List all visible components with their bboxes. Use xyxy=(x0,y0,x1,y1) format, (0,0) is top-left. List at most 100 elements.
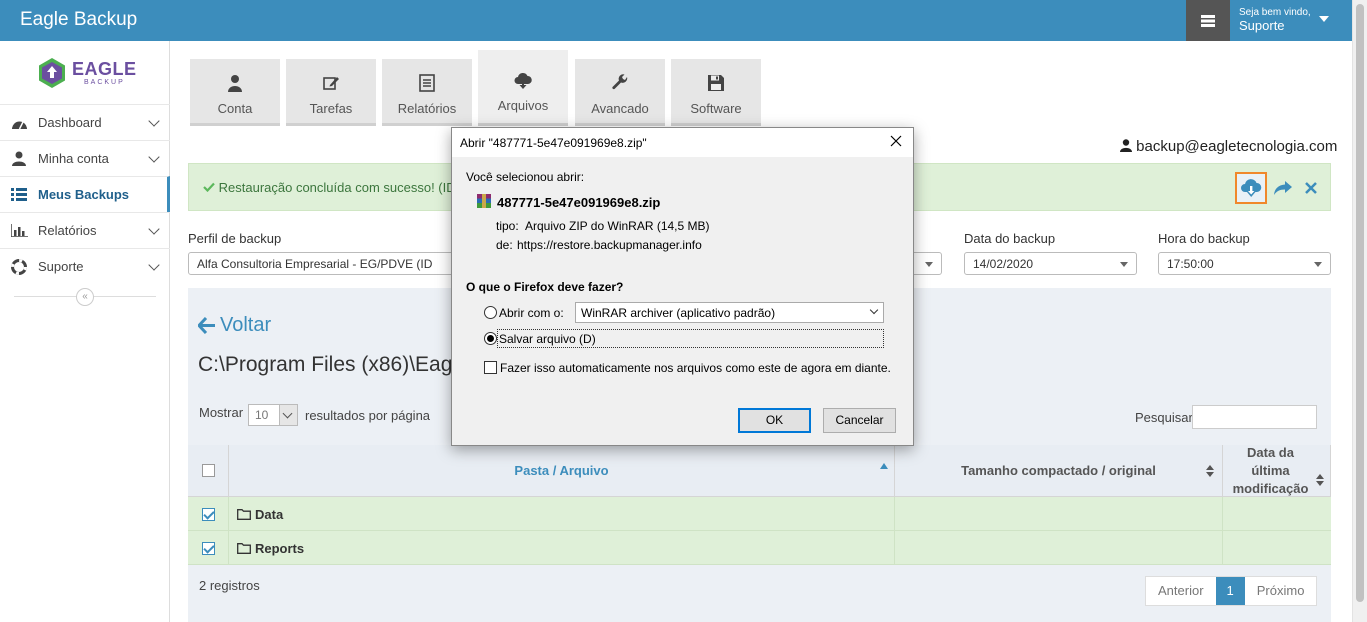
row-checkbox[interactable] xyxy=(201,507,215,521)
sidebar-item-label: Minha conta xyxy=(38,151,109,166)
row-size xyxy=(895,531,1223,565)
table-row[interactable]: Reports xyxy=(188,531,1331,565)
download-button[interactable] xyxy=(1235,172,1267,204)
collapse-sidebar-button[interactable]: « xyxy=(76,288,94,306)
open-file-dialog: Abrir "487771-5e47e091969e8.zip" Você se… xyxy=(451,127,914,446)
close-alert-button[interactable] xyxy=(1295,172,1327,204)
select-all-checkbox[interactable] xyxy=(201,464,215,477)
from-label: de: xyxy=(496,238,513,252)
data-value: 14/02/2020 xyxy=(973,257,1034,271)
logo-subtext: BACKUP xyxy=(84,79,125,86)
sidebar-item-label: Suporte xyxy=(38,259,84,274)
logo: EAGLE BACKUP xyxy=(36,57,136,91)
pager-prev-button[interactable]: Anterior xyxy=(1146,577,1216,605)
app-title: Eagle Backup xyxy=(20,9,138,30)
cloud-download-icon xyxy=(514,72,532,89)
tab-avancado[interactable]: Avancado xyxy=(575,59,665,126)
sidebar-item-label: Meus Backups xyxy=(38,187,130,202)
row-name[interactable]: Data xyxy=(255,507,283,522)
sidebar-collapse-row: « xyxy=(0,287,170,307)
scrollbar-thumb[interactable] xyxy=(1356,4,1364,602)
pagination: Anterior 1 Próximo xyxy=(1145,576,1318,606)
tab-tarefas[interactable]: Tarefas xyxy=(286,59,376,126)
data-select[interactable]: 14/02/2020 xyxy=(964,252,1137,275)
arrow-left-icon xyxy=(198,317,215,334)
row-size xyxy=(895,497,1223,531)
logo-text: EAGLE xyxy=(72,59,137,79)
sort-icon xyxy=(1316,474,1324,486)
user-name: Suporte xyxy=(1239,18,1285,33)
select-all-cell xyxy=(188,445,229,497)
show-label: Mostrar xyxy=(199,405,244,420)
sidebar-item-label: Dashboard xyxy=(38,115,102,130)
sort-icon xyxy=(1206,465,1214,477)
from-value: https://restore.backupmanager.info xyxy=(517,238,702,252)
user-email: backup@eagletecnologia.com xyxy=(1120,138,1337,155)
data-label: Data do backup xyxy=(964,231,1056,246)
dashboard-icon xyxy=(11,121,27,129)
row-modified xyxy=(1223,531,1331,565)
wrench-icon xyxy=(612,74,628,90)
close-icon[interactable] xyxy=(889,134,903,148)
sidebar-item-minha-conta[interactable]: Minha conta xyxy=(0,140,170,176)
tab-label: Conta xyxy=(217,101,253,116)
page-scrollbar[interactable] xyxy=(1352,0,1367,622)
tab-relatorios[interactable]: Relatórios xyxy=(382,59,472,126)
hora-value: 17:50:00 xyxy=(1167,257,1214,271)
close-icon xyxy=(1305,182,1317,194)
sidebar: EAGLE BACKUP Dashboard Minha conta Meus … xyxy=(0,41,170,622)
save-file-radio[interactable] xyxy=(484,332,497,345)
tab-arquivos[interactable]: Arquivos xyxy=(478,50,568,126)
top-bar: Eagle Backup Seja bem vindo, Suporte xyxy=(0,0,1352,41)
auto-action-checkbox[interactable] xyxy=(484,361,497,374)
save-file-label[interactable]: Salvar arquivo (D) xyxy=(499,332,596,346)
bar-chart-icon xyxy=(10,224,28,237)
open-with-value: WinRAR archiver (aplicativo padrão) xyxy=(581,306,776,320)
user-icon xyxy=(12,151,26,166)
tab-label: Tarefas xyxy=(309,101,353,116)
table-row[interactable]: Data xyxy=(188,497,1331,531)
page-size-value: 10 xyxy=(255,408,269,422)
row-name[interactable]: Reports xyxy=(255,541,304,556)
sidebar-item-meus-backups[interactable]: Meus Backups xyxy=(0,176,170,212)
ok-button[interactable]: OK xyxy=(738,408,811,433)
row-checkbox[interactable] xyxy=(201,541,215,555)
col-header-data[interactable]: Data da última modificação xyxy=(1223,445,1331,497)
auto-action-label[interactable]: Fazer isso automaticamente nos arquivos … xyxy=(500,361,891,375)
sidebar-item-suporte[interactable]: Suporte xyxy=(0,248,170,284)
sidebar-item-label: Relatórios xyxy=(38,223,97,238)
tab-software[interactable]: Software xyxy=(671,59,761,126)
chevron-down-icon xyxy=(148,223,160,235)
open-with-select[interactable]: WinRAR archiver (aplicativo padrão) xyxy=(575,302,884,323)
sidebar-item-dashboard[interactable]: Dashboard xyxy=(0,104,170,140)
dialog-file-name: 487771-5e47e091969e8.zip xyxy=(497,195,661,210)
cancel-button[interactable]: Cancelar xyxy=(823,408,896,433)
open-with-radio[interactable] xyxy=(484,306,497,319)
hora-label: Hora do backup xyxy=(1158,231,1250,246)
welcome-text: Seja bem vindo, xyxy=(1239,7,1311,18)
dialog-title: Abrir "487771-5e47e091969e8.zip" xyxy=(452,128,913,157)
col-header-tamanho[interactable]: Tamanho compactado / original xyxy=(895,445,1223,497)
back-link[interactable]: Voltar xyxy=(198,314,271,337)
menu-toggle-button[interactable] xyxy=(1186,0,1230,41)
sort-asc-icon xyxy=(880,463,888,469)
report-icon xyxy=(419,74,435,92)
lifebuoy-icon xyxy=(11,258,27,275)
caret-down-icon xyxy=(1314,262,1322,267)
tab-conta[interactable]: Conta xyxy=(190,59,280,126)
caret-down-icon xyxy=(1120,262,1128,267)
hora-select[interactable]: 17:50:00 xyxy=(1158,252,1331,275)
col-header-pasta[interactable]: Pasta / Arquivo xyxy=(229,445,895,497)
pager-next-button[interactable]: Próximo xyxy=(1245,577,1317,605)
winrar-icon xyxy=(477,194,491,208)
user-menu[interactable]: Seja bem vindo, Suporte xyxy=(1239,7,1311,33)
chevron-down-icon xyxy=(148,115,160,127)
sidebar-item-relatorios[interactable]: Relatórios xyxy=(0,212,170,248)
pager-current-page[interactable]: 1 xyxy=(1215,577,1245,605)
user-icon xyxy=(1120,139,1132,152)
search-input[interactable] xyxy=(1192,405,1317,429)
records-count: 2 registros xyxy=(199,578,260,593)
caret-down-icon[interactable] xyxy=(1319,16,1329,22)
tab-label: Arquivos xyxy=(497,98,549,113)
page-size-select[interactable]: 10 xyxy=(248,404,298,426)
